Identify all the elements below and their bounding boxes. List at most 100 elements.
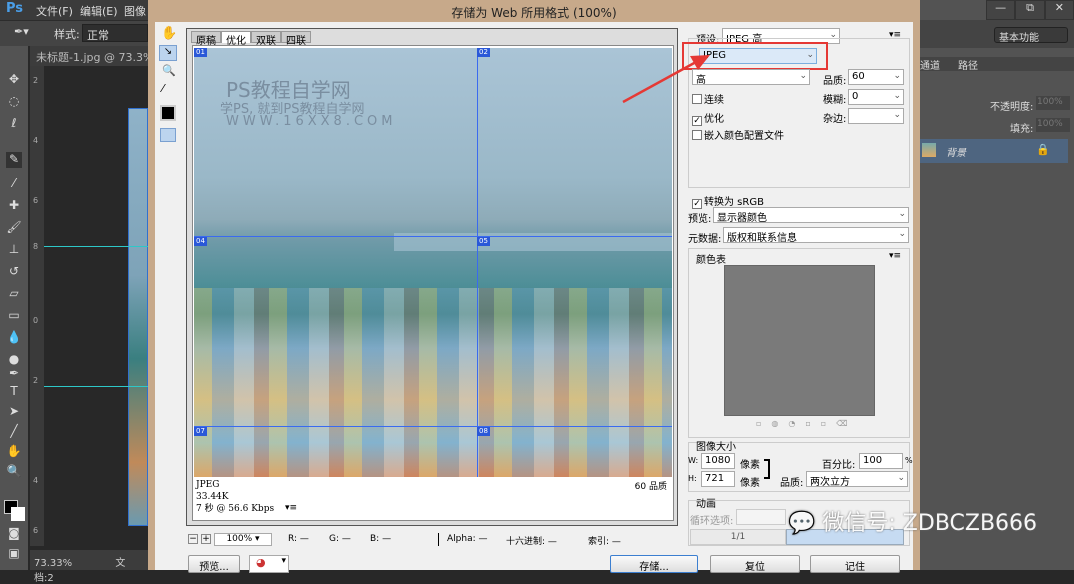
zoom-select[interactable]: 100% ▾ <box>214 533 272 546</box>
watermark-url: WWW.16XX8.COM <box>226 114 397 129</box>
percent-input[interactable]: 100 <box>859 453 903 469</box>
zoom-in-button[interactable]: + <box>201 534 211 544</box>
slice-tool-icon[interactable]: ✎ <box>6 152 22 168</box>
eraser-tool-icon[interactable]: ▱ <box>6 286 22 302</box>
toggle-slices-icon[interactable] <box>160 128 176 142</box>
zoom-tool-icon[interactable]: 🔍 <box>6 464 22 480</box>
save-button[interactable]: 存储... <box>610 555 698 573</box>
style-label: 样式: <box>54 28 80 41</box>
stamp-tool-icon[interactable]: ⊥ <box>6 242 22 258</box>
document-canvas[interactable] <box>128 108 148 526</box>
optimized-checkbox[interactable]: ✓ 优化 <box>692 110 724 126</box>
color-table[interactable] <box>724 265 875 416</box>
height-input[interactable]: 721 <box>701 471 735 487</box>
guide-line[interactable] <box>44 246 148 247</box>
wechat-id: 微信号: ZDBCZB666 <box>822 511 1038 536</box>
line-tool-icon[interactable]: ╱ <box>6 424 22 440</box>
restore-button[interactable]: ⧉ <box>1015 0 1045 20</box>
tab-2up[interactable]: 双联 <box>251 31 281 47</box>
tab-original[interactable]: 原稿 <box>191 31 221 47</box>
zoom-tool-icon[interactable]: 🔍 <box>162 64 176 77</box>
tab-4up[interactable]: 四联 <box>281 31 311 47</box>
height-label: H: <box>688 474 697 483</box>
browser-preview-select[interactable]: ◕ ▾ <box>249 555 289 573</box>
chevron-down-icon: ⌄ <box>898 209 906 219</box>
pen-tool-icon[interactable]: ✒ <box>6 366 22 382</box>
lasso-tool-icon[interactable]: ℓ <box>6 116 22 132</box>
preview-button[interactable]: 预览... <box>188 555 240 573</box>
wechat-watermark: 💬 微信号: ZDBCZB666 <box>788 505 1037 537</box>
slice-label[interactable]: 05 <box>477 237 490 246</box>
quality-input[interactable]: 60 ⌄ <box>848 69 904 85</box>
blur-tool-icon[interactable]: 💧 <box>6 330 22 346</box>
style-select[interactable]: 正常 <box>82 24 148 42</box>
tab-channels[interactable]: 通道 <box>920 57 940 72</box>
width-unit: 像素 <box>740 460 760 471</box>
slice-select-tool-icon[interactable]: ↘ <box>159 45 177 61</box>
color-table-menu-icon[interactable]: ▾≡ <box>889 251 901 261</box>
slice-label[interactable]: 04 <box>194 237 207 246</box>
eyedropper-tool-icon[interactable]: ⁄ <box>6 176 22 192</box>
history-brush-icon[interactable]: ↺ <box>6 264 22 280</box>
close-button[interactable]: ✕ <box>1044 0 1074 20</box>
gradient-tool-icon[interactable]: ▭ <box>6 308 22 324</box>
menu-edit[interactable]: 编辑(E) <box>80 3 118 19</box>
move-tool-icon[interactable]: ✥ <box>6 72 22 88</box>
preview-label: 预览: <box>688 214 712 225</box>
resample-select[interactable]: 两次立方 ⌄ <box>806 471 908 488</box>
window-controls: — ⧉ ✕ <box>986 0 1074 20</box>
guide-line[interactable] <box>44 386 148 387</box>
layer-row[interactable]: 背景 🔒 <box>920 139 1068 163</box>
metadata-select[interactable]: 版权和联系信息 ⌄ <box>723 227 909 244</box>
blur-input[interactable]: 0 ⌄ <box>848 89 904 105</box>
slice-label[interactable]: 07 <box>194 427 207 436</box>
pen-tool-icon[interactable]: ✒▾ <box>14 25 29 38</box>
zoom-level[interactable]: 73.33% <box>34 558 72 569</box>
preview-panel: PS教程自学网 学PS, 就到PS教程自学网 WWW.16XX8.COM 01 … <box>192 45 674 521</box>
healing-tool-icon[interactable]: ✚ <box>6 198 22 214</box>
matte-select[interactable]: ⌄ <box>848 108 904 124</box>
slice-label[interactable]: 08 <box>477 427 490 436</box>
document-tab[interactable]: 未标题-1.jpg @ 73.3%(R <box>30 46 148 66</box>
menu-image[interactable]: 图像 <box>124 3 146 19</box>
width-input[interactable]: 1080 <box>701 453 735 469</box>
color-table-tools[interactable]: ▫◍◔▫▫⌫ <box>756 419 858 428</box>
slice-line <box>477 48 478 477</box>
marquee-tool-icon[interactable]: ◌ <box>6 94 22 110</box>
remember-button[interactable]: 记住 <box>810 555 900 573</box>
tab-paths[interactable]: 路径 <box>958 57 978 72</box>
zoom-out-button[interactable]: − <box>188 534 198 544</box>
constrain-link-icon[interactable] <box>764 459 770 479</box>
menu-file[interactable]: 文件(F) <box>36 3 73 19</box>
ps-status-bar: 73.33% 文档:2 <box>30 550 148 584</box>
ruler-tick: 0 <box>33 316 39 325</box>
fill-input[interactable]: 100% <box>1036 118 1070 132</box>
type-tool-icon[interactable]: T <box>6 384 22 400</box>
lock-icon: 🔒 <box>1036 143 1050 156</box>
screen-mode-icon[interactable]: ▣ <box>6 546 22 562</box>
ruler-tick: 6 <box>33 526 39 535</box>
tab-optimized[interactable]: 优化 <box>221 31 251 47</box>
quick-mask-icon[interactable]: ◙ <box>6 526 22 542</box>
brush-tool-icon[interactable]: 🖌 <box>6 220 22 236</box>
preview-image[interactable]: PS教程自学网 学PS, 就到PS教程自学网 WWW.16XX8.COM 01 … <box>194 48 672 477</box>
hand-tool-icon[interactable]: ✋ <box>6 444 22 460</box>
workspace-select[interactable]: 基本功能 <box>994 27 1068 44</box>
index-readout: 索引: — <box>588 537 621 547</box>
loop-select[interactable] <box>736 509 786 525</box>
divider <box>438 533 439 546</box>
hand-tool-icon[interactable]: ✋ <box>161 26 177 41</box>
background-color[interactable] <box>11 507 25 521</box>
slice-label[interactable]: 01 <box>194 48 207 57</box>
quality-value: 60 <box>852 71 865 82</box>
eyedropper-icon[interactable]: ⁄ <box>162 82 164 95</box>
eyedropper-color[interactable] <box>160 105 176 121</box>
slice-label[interactable]: 02 <box>477 48 490 57</box>
minimize-button[interactable]: — <box>986 0 1016 20</box>
path-select-icon[interactable]: ➤ <box>6 404 22 420</box>
embed-profile-checkbox[interactable]: 嵌入颜色配置文件 <box>692 127 784 142</box>
preview-select[interactable]: 显示器颜色 ⌄ <box>713 207 909 224</box>
opacity-input[interactable]: 100% <box>1036 96 1070 110</box>
reset-button[interactable]: 复位 <box>710 555 800 573</box>
download-menu-icon[interactable]: ▾≡ <box>285 503 297 513</box>
